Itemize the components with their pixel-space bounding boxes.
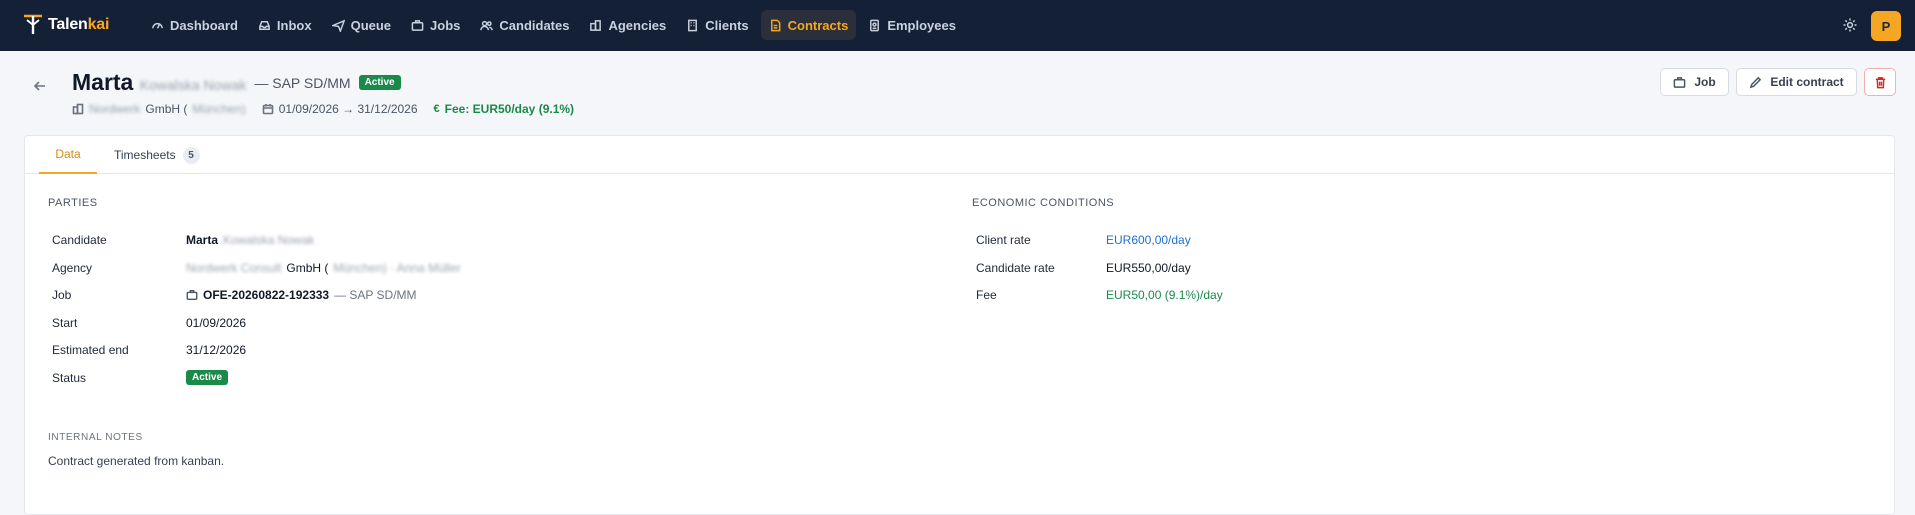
trash-icon (1875, 76, 1885, 88)
tab-data[interactable]: Data (39, 136, 97, 174)
logo-mark-icon (24, 14, 42, 34)
briefcase-icon (186, 290, 198, 300)
status-label: Status (52, 371, 87, 385)
tab-timesheets[interactable]: Timesheets 5 (114, 136, 200, 174)
building-icon (590, 19, 602, 31)
delete-button[interactable] (1864, 68, 1896, 96)
document-icon (770, 19, 781, 31)
nav-dashboard-label: Dashboard (170, 17, 238, 33)
contract-job-title: — SAP SD/MM (254, 74, 351, 91)
job-code: OFE-20260822-192333 (203, 288, 330, 302)
fee-value: EUR50,00 (9.1%)/day (1106, 288, 1223, 302)
badge-icon (870, 19, 880, 31)
meta-company-suffix: GmbH ( (145, 102, 188, 116)
briefcase-icon (1673, 76, 1686, 88)
meta-company: Nordwerk GmbH ( München) (72, 102, 246, 116)
dashboard-icon (152, 22, 163, 29)
users-icon (480, 20, 494, 30)
fee-label: Fee (976, 288, 997, 302)
send-icon (331, 19, 345, 32)
start-value: 01/09/2026 (186, 316, 247, 330)
job-label: Job (52, 288, 72, 302)
redacted-agency-contact: München) · Anna Müller (333, 261, 461, 275)
nav-queue-label: Queue (350, 17, 392, 33)
contract-meta: Nordwerk GmbH ( München) 01/09/2026 → 31… (72, 102, 574, 116)
tab-timesheets-label: Timesheets (114, 148, 176, 162)
contract-card: Data Timesheets 5 PARTIES Candidate Mart… (24, 135, 1895, 515)
nav-agencies[interactable]: Agencies (581, 10, 674, 40)
brand-logo[interactable]: Talenkai (22, 13, 109, 37)
job-value[interactable]: OFE-20260822-192333 — SAP SD/MM (186, 288, 417, 302)
contract-candidate-name: Marta Kowalska Nowak (72, 69, 247, 95)
status-badge: Active (186, 370, 229, 385)
meta-period-text: 01/09/2026 → 31/12/2026 (278, 102, 418, 116)
user-avatar[interactable]: P (1871, 11, 1901, 41)
nav-candidates-label: Candidates (499, 17, 570, 33)
job-title: — SAP SD/MM (334, 288, 417, 302)
client-rate-value: EUR600,00/day (1106, 233, 1191, 247)
internal-notes-title: INTERNAL NOTES (48, 432, 143, 443)
edit-contract-label: Edit contract (1770, 75, 1844, 89)
gear-icon[interactable] (1842, 17, 1858, 33)
internal-notes-text: Contract generated from kanban. (48, 454, 225, 468)
tab-data-label: Data (55, 147, 81, 161)
euro-icon: € (433, 103, 440, 115)
nav-agencies-label: Agencies (608, 17, 667, 33)
status-value: Active (186, 370, 229, 385)
nav-jobs-label: Jobs (430, 17, 461, 33)
meta-fee-text: Fee: EUR50/day (9.1%) (444, 102, 575, 116)
nav-clients[interactable]: Clients (678, 10, 756, 40)
estimated-end-label: Estimated end (52, 343, 129, 357)
nav-employees-label: Employees (887, 17, 956, 33)
redacted-surname: Kowalska Nowak (139, 77, 247, 93)
nav-clients-label: Clients (705, 17, 749, 33)
top-navbar: Talenkai Dashboard Inbox Queue Jobs Cand… (0, 0, 1915, 51)
nav-dashboard[interactable]: Dashboard (143, 10, 246, 40)
edit-contract-button[interactable]: Edit contract (1736, 68, 1857, 96)
agency-value: Nordwerk Consult GmbH ( München) · Anna … (186, 261, 461, 275)
calendar-icon (262, 104, 274, 115)
redacted-agency-name: Nordwerk Consult (186, 261, 282, 275)
building-icon (688, 19, 698, 31)
building-icon (72, 103, 84, 115)
redacted-company-city: München) (192, 102, 246, 116)
parties-section-title: PARTIES (48, 197, 98, 209)
status-badge: Active (358, 75, 401, 90)
nav-contracts-label: Contracts (787, 17, 849, 33)
nav-candidates[interactable]: Candidates (472, 10, 577, 40)
candidate-rate-value: EUR550,00/day (1106, 261, 1191, 275)
inbox-icon (259, 20, 270, 30)
briefcase-icon (411, 19, 424, 31)
brand-name: Talenkai (48, 16, 110, 33)
candidate-value: Marta Kowalska Nowak (186, 233, 315, 247)
contract-title: Marta Kowalska Nowak — SAP SD/MM Active (72, 69, 401, 96)
redacted-company: Nordwerk (89, 102, 141, 116)
candidate-rate-label: Candidate rate (976, 261, 1055, 275)
client-rate-label: Client rate (976, 233, 1031, 247)
timesheets-count-badge: 5 (182, 146, 200, 164)
agency-label: Agency (52, 261, 93, 275)
candidate-label: Candidate (52, 233, 107, 247)
nav-contracts[interactable]: Contracts (760, 10, 857, 40)
main-nav: Dashboard Inbox Queue Jobs Candidates Ag… (143, 10, 964, 40)
meta-period: 01/09/2026 → 31/12/2026 (262, 102, 418, 116)
tab-bar: Data Timesheets 5 (25, 136, 1894, 174)
pencil-icon (1750, 76, 1762, 88)
nav-inbox[interactable]: Inbox (250, 10, 320, 40)
redacted-candidate-surname: Kowalska Nowak (223, 233, 315, 247)
meta-fee: € Fee: EUR50/day (9.1%) (434, 102, 575, 116)
nav-employees[interactable]: Employees (860, 10, 964, 40)
start-label: Start (52, 316, 78, 330)
back-arrow-icon[interactable] (32, 78, 48, 94)
economic-section-title: ECONOMIC CONDITIONS (972, 197, 1115, 209)
nav-inbox-label: Inbox (276, 17, 312, 33)
job-button-label: Job (1694, 75, 1716, 89)
estimated-end-value: 31/12/2026 (186, 343, 247, 357)
nav-queue[interactable]: Queue (324, 10, 399, 40)
job-button[interactable]: Job (1660, 68, 1729, 96)
nav-jobs[interactable]: Jobs (403, 10, 468, 40)
